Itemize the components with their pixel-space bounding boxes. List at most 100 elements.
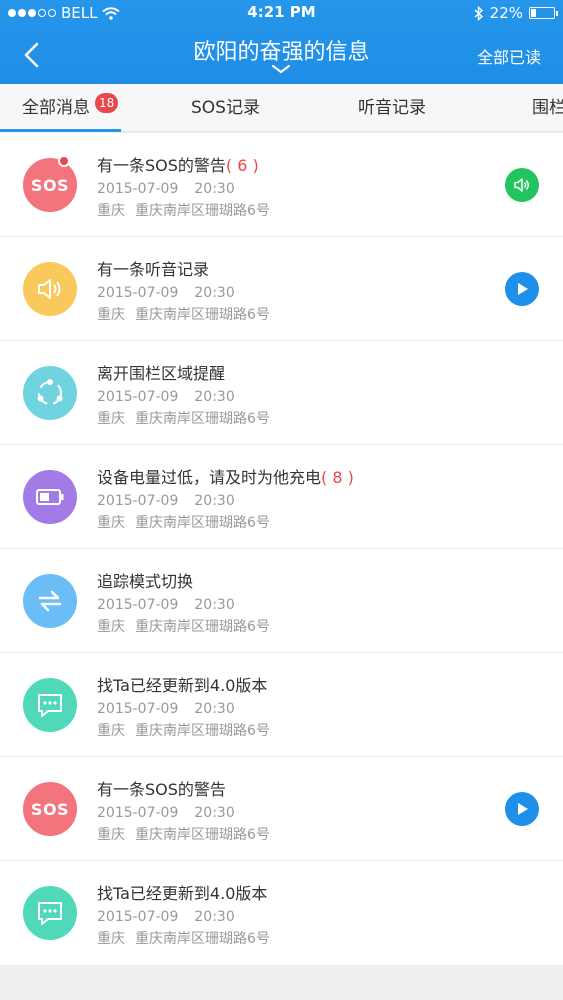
message-row[interactable]: 离开围栏区域提醒 2015-07-09 20:30 重庆 重庆南岸区珊瑚路6号	[0, 341, 563, 445]
message-list: SOS 有一条SOS的警告( 6 ) 2015-07-09 20:30 重庆 重庆南岸区珊…	[0, 133, 563, 965]
message-count: ( 8 )	[321, 468, 354, 487]
message-timestamp: 2015-07-09 20:30	[97, 389, 235, 405]
message-time: 20:30	[194, 805, 235, 821]
message-row[interactable]: 有一条听音记录 2015-07-09 20:30 重庆 重庆南岸区珊瑚路6号	[0, 237, 563, 341]
tab-fence[interactable]: 围栏	[532, 84, 563, 131]
message-location: 重庆 重庆南岸区珊瑚路6号	[97, 824, 270, 844]
battery-low-icon	[23, 470, 77, 524]
message-location: 重庆 重庆南岸区珊瑚路6号	[97, 408, 270, 428]
message-date: 2015-07-09	[97, 909, 179, 925]
chat-icon	[23, 678, 77, 732]
bluetooth-icon	[474, 5, 483, 21]
play-button[interactable]	[505, 272, 539, 306]
message-address: 重庆南岸区珊瑚路6号	[135, 307, 270, 323]
swap-icon	[23, 574, 77, 628]
tab-label: 全部消息	[22, 98, 90, 118]
chevron-down-icon[interactable]	[271, 64, 291, 74]
message-address: 重庆南岸区珊瑚路6号	[135, 931, 270, 947]
message-row[interactable]: 找Ta已经更新到4.0版本 2015-07-09 20:30 重庆 重庆南岸区珊瑚路6号	[0, 653, 563, 757]
message-title-text: 找Ta已经更新到4.0版本	[97, 884, 268, 903]
active-tab-indicator	[0, 129, 121, 132]
sos-label: SOS	[30, 799, 70, 819]
message-time: 20:30	[194, 389, 235, 405]
message-location: 重庆 重庆南岸区珊瑚路6号	[97, 304, 270, 324]
message-location: 重庆 重庆南岸区珊瑚路6号	[97, 200, 270, 220]
message-title: 追踪模式切换	[97, 568, 193, 592]
message-city: 重庆	[97, 307, 125, 323]
message-title: 设备电量过低，请及时为他充电( 8 )	[97, 464, 354, 488]
message-count: ( 6 )	[225, 156, 259, 175]
message-location: 重庆 重庆南岸区珊瑚路6号	[97, 512, 270, 532]
tab-listen-records[interactable]: 听音记录	[358, 84, 426, 131]
fence-icon	[23, 366, 77, 420]
message-address: 重庆南岸区珊瑚路6号	[135, 723, 270, 739]
message-timestamp: 2015-07-09 20:30	[97, 701, 235, 717]
message-row[interactable]: SOS 有一条SOS的警告 2015-07-09 20:30 重庆 重庆南岸区珊瑚路6号	[0, 757, 563, 861]
play-icon	[518, 283, 528, 295]
tab-bar: 全部消息 18 SOS记录 听音记录 围栏	[0, 84, 563, 132]
speaker-icon	[514, 178, 529, 192]
message-row[interactable]: 找Ta已经更新到4.0版本 2015-07-09 20:30 重庆 重庆南岸区珊瑚路6号	[0, 861, 563, 965]
message-city: 重庆	[97, 515, 125, 531]
battery-icon	[529, 7, 558, 19]
play-icon	[518, 803, 528, 815]
sos-icon: SOS	[23, 158, 77, 212]
message-address: 重庆南岸区珊瑚路6号	[135, 515, 270, 531]
message-date: 2015-07-09	[97, 597, 179, 613]
message-date: 2015-07-09	[97, 389, 179, 405]
message-title-text: 设备电量过低，请及时为他充电	[97, 468, 322, 487]
play-button[interactable]	[505, 792, 539, 826]
unread-dot	[58, 155, 70, 167]
tab-label: 围栏	[532, 98, 563, 118]
tab-label: SOS记录	[191, 98, 260, 118]
message-address: 重庆南岸区珊瑚路6号	[135, 203, 270, 219]
message-date: 2015-07-09	[97, 285, 179, 301]
message-title-text: 追踪模式切换	[97, 572, 194, 591]
message-date: 2015-07-09	[97, 701, 179, 717]
message-time: 20:30	[194, 285, 235, 301]
unread-count-badge: 18	[95, 93, 119, 113]
message-location: 重庆 重庆南岸区珊瑚路6号	[97, 720, 270, 740]
message-time: 20:30	[194, 181, 235, 197]
message-title-text: 有一条听音记录	[97, 260, 210, 279]
message-title: 离开围栏区域提醒	[97, 360, 225, 384]
message-date: 2015-07-09	[97, 181, 179, 197]
message-address: 重庆南岸区珊瑚路6号	[135, 827, 270, 843]
message-city: 重庆	[97, 931, 125, 947]
play-sound-button[interactable]	[505, 168, 539, 202]
message-timestamp: 2015-07-09 20:30	[97, 285, 235, 301]
message-title: 找Ta已经更新到4.0版本	[97, 880, 267, 904]
message-timestamp: 2015-07-09 20:30	[97, 909, 235, 925]
message-date: 2015-07-09	[97, 805, 179, 821]
header: BELL 4:21 PM 22% 欧阳的奋强的信息 全部已读	[0, 0, 563, 84]
message-date: 2015-07-09	[97, 493, 179, 509]
message-city: 重庆	[97, 411, 125, 427]
message-location: 重庆 重庆南岸区珊瑚路6号	[97, 616, 270, 636]
message-city: 重庆	[97, 619, 125, 635]
status-right: 22%	[474, 4, 558, 22]
message-city: 重庆	[97, 723, 125, 739]
message-title: 有一条SOS的警告	[97, 776, 226, 800]
mark-all-read-button[interactable]: 全部已读	[477, 44, 541, 68]
sos-label: SOS	[30, 175, 70, 195]
message-time: 20:30	[194, 493, 235, 509]
battery-percent: 22%	[489, 4, 523, 22]
speaker-icon	[23, 262, 77, 316]
message-row[interactable]: 追踪模式切换 2015-07-09 20:30 重庆 重庆南岸区珊瑚路6号	[0, 549, 563, 653]
message-location: 重庆 重庆南岸区珊瑚路6号	[97, 928, 270, 948]
status-bar: BELL 4:21 PM 22%	[0, 0, 563, 26]
message-row[interactable]: 设备电量过低，请及时为他充电( 8 ) 2015-07-09 20:30 重庆 重庆南岸…	[0, 445, 563, 549]
message-title: 有一条听音记录	[97, 256, 209, 280]
message-title-text: 有一条SOS的警告	[97, 156, 226, 175]
message-title-text: 离开围栏区域提醒	[97, 364, 226, 383]
sos-icon: SOS	[23, 782, 77, 836]
tab-all-messages[interactable]: 全部消息	[22, 84, 90, 131]
message-city: 重庆	[97, 203, 125, 219]
message-address: 重庆南岸区珊瑚路6号	[135, 619, 270, 635]
message-title-text: 有一条SOS的警告	[97, 780, 226, 799]
message-timestamp: 2015-07-09 20:30	[97, 597, 235, 613]
tab-sos-records[interactable]: SOS记录	[191, 84, 260, 131]
message-row[interactable]: SOS 有一条SOS的警告( 6 ) 2015-07-09 20:30 重庆 重庆南岸区珊…	[0, 133, 563, 237]
message-timestamp: 2015-07-09 20:30	[97, 181, 235, 197]
message-title-text: 找Ta已经更新到4.0版本	[97, 676, 268, 695]
